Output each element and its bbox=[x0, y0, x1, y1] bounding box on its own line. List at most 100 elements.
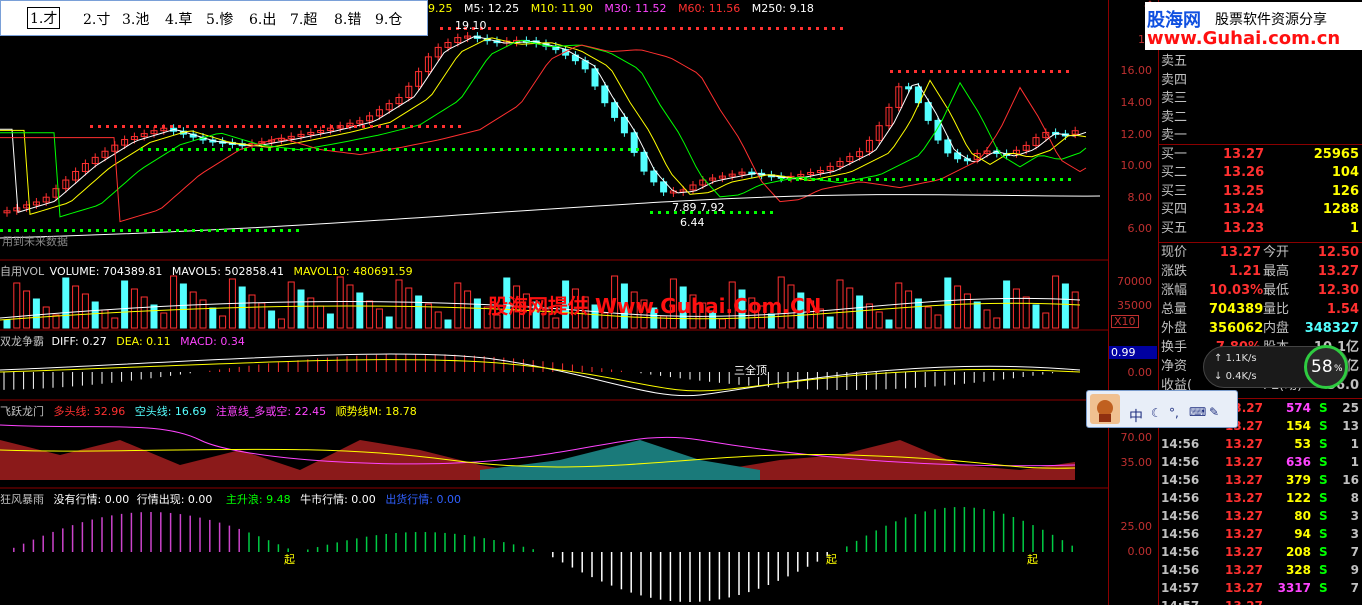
ime-settings-icon[interactable]: ✎ bbox=[1209, 405, 1219, 419]
support-dots bbox=[762, 211, 765, 214]
support-dots bbox=[988, 178, 991, 181]
resistance-dots bbox=[792, 27, 795, 30]
quick-item-4[interactable]: 4.草 bbox=[165, 9, 192, 29]
tick-row[interactable]: 14:56 13.27 379 S 16 bbox=[1159, 471, 1362, 489]
support-dots bbox=[596, 148, 599, 151]
watermark-text: 股海网提供 Www.Guhai.Com.CN bbox=[488, 294, 822, 318]
quick-item-9[interactable]: 9.仓 bbox=[375, 9, 402, 29]
macd-header: 双龙争霸 DIFF: 0.27 DEA: 0.11 MACD: 0.34 bbox=[0, 333, 245, 349]
volume-bar bbox=[424, 303, 432, 329]
resistance-dots bbox=[194, 125, 197, 128]
volume-bar bbox=[1003, 280, 1011, 329]
quote-value-2: 12.30 bbox=[1317, 283, 1359, 298]
support-dots bbox=[604, 148, 607, 151]
tick-row[interactable]: 14:56 13.27 208 S 7 bbox=[1159, 543, 1362, 561]
tick-volume: 379 bbox=[1285, 473, 1311, 487]
support-dots bbox=[164, 148, 167, 151]
support-dots bbox=[224, 229, 227, 232]
tick-time: 14:56 bbox=[1161, 437, 1200, 451]
tick-volume: 122 bbox=[1285, 491, 1311, 505]
net-speed-widget[interactable]: ↑ 1.1K/s ↓ 0.4K/s 58 % bbox=[1203, 345, 1349, 389]
support-dots bbox=[176, 229, 179, 232]
tick-count: 3 bbox=[1350, 527, 1359, 541]
support-dots bbox=[404, 148, 407, 151]
volume-bar bbox=[160, 312, 168, 329]
quick-item-3[interactable]: 3.池 bbox=[122, 9, 149, 29]
support-dots bbox=[650, 211, 653, 214]
resistance-dots bbox=[458, 125, 461, 128]
volume-bar bbox=[464, 290, 472, 329]
quick-item-1[interactable]: 1.才 bbox=[27, 7, 61, 29]
ma-legend-m10: M10: 11.90 bbox=[530, 2, 593, 15]
resistance-dots bbox=[450, 125, 453, 128]
tick-row[interactable]: 14:57 13.27 bbox=[1159, 597, 1362, 605]
tick-row[interactable]: 14:56 13.27 636 S 1 bbox=[1159, 453, 1362, 471]
support-dots bbox=[56, 229, 59, 232]
support-dots bbox=[1060, 178, 1063, 181]
support-dots bbox=[264, 229, 267, 232]
order-book-row: 卖二 bbox=[1159, 108, 1362, 128]
volume-bar bbox=[944, 277, 952, 329]
resistance-dots bbox=[1034, 70, 1037, 73]
tick-direction: S bbox=[1319, 473, 1328, 487]
ime-keyboard-icon[interactable]: ⌨ bbox=[1189, 405, 1206, 419]
storm-header: 狂风暴雨 没有行情: 0.00 行情出现: 0.00 主升浪: 9.48 牛市行… bbox=[0, 491, 461, 507]
tick-row[interactable]: 14:56 13.27 328 S 9 bbox=[1159, 561, 1362, 579]
resistance-dots bbox=[784, 27, 787, 30]
ob-price: 13.27 bbox=[1223, 146, 1265, 162]
tick-volume: 53 bbox=[1294, 437, 1311, 451]
tick-row[interactable]: 14:56 13.27 94 S 3 bbox=[1159, 525, 1362, 543]
resistance-dots bbox=[138, 125, 141, 128]
mavol10-value: MAVOL10: 480691.59 bbox=[293, 265, 413, 278]
volume-bar bbox=[23, 290, 31, 329]
tick-row[interactable]: 14:57 13.27 3317 S 7 bbox=[1159, 579, 1362, 597]
ime-mode[interactable]: 中 bbox=[1129, 406, 1143, 426]
tick-direction: S bbox=[1319, 545, 1328, 559]
resistance-dots bbox=[776, 27, 779, 30]
quick-stock-list[interactable]: 1.才 2.寸 3.池 4.草 5.惨 6.出 7.超 8.错 9.仓 bbox=[0, 0, 428, 36]
resistance-dots bbox=[592, 27, 595, 30]
tick-volume: 328 bbox=[1285, 563, 1311, 577]
tick-row[interactable]: 14:56 13.27 122 S 8 bbox=[1159, 489, 1362, 507]
tick-price: 13.27 bbox=[1225, 545, 1263, 559]
quick-item-7[interactable]: 7.超 bbox=[290, 9, 317, 29]
tick-row[interactable]: 14:56 13.27 53 S 1 bbox=[1159, 435, 1362, 453]
resistance-dots bbox=[178, 125, 181, 128]
resistance-dots bbox=[800, 27, 803, 30]
ob-label: 卖一 bbox=[1161, 128, 1188, 143]
tick-direction: S bbox=[1319, 419, 1328, 433]
tick-price: 13.27 bbox=[1225, 563, 1263, 577]
ime-moon-icon[interactable]: ☾ bbox=[1151, 406, 1162, 420]
storm-marker-3: 起 bbox=[1027, 553, 1038, 566]
resistance-dots bbox=[970, 70, 973, 73]
quick-item-2[interactable]: 2.寸 bbox=[83, 9, 110, 29]
quick-item-5[interactable]: 5.惨 bbox=[206, 9, 233, 29]
support-dots bbox=[292, 148, 295, 151]
ime-punct-icon[interactable]: °, bbox=[1169, 406, 1179, 420]
resistance-dots bbox=[488, 27, 491, 30]
support-dots bbox=[332, 148, 335, 151]
resistance-dots bbox=[330, 125, 333, 128]
ime-avatar-icon[interactable] bbox=[1090, 394, 1120, 424]
logo-slogan: 股票软件资源分享 bbox=[1215, 12, 1327, 28]
tick-count: 8 bbox=[1350, 491, 1359, 505]
support-dots bbox=[948, 178, 951, 181]
support-dots bbox=[112, 229, 115, 232]
support-dots bbox=[48, 229, 51, 232]
quick-item-8[interactable]: 8.错 bbox=[334, 9, 361, 29]
volume-bar bbox=[1032, 304, 1040, 329]
price-ylabel-10: 10.00 bbox=[1120, 159, 1153, 172]
ime-toolbar[interactable]: 中 ☾ °, ⌨ ✎ bbox=[1086, 390, 1238, 428]
support-dots bbox=[148, 148, 151, 151]
order-book-row: 买四 13.24 1288 bbox=[1159, 200, 1362, 220]
chart-area[interactable]: 9.25 M5: 12.25 M10: 11.90 M30: 11.52 M60… bbox=[0, 0, 1108, 605]
tick-volume: 80 bbox=[1294, 509, 1311, 523]
support-dots bbox=[256, 229, 259, 232]
resistance-dots bbox=[442, 125, 445, 128]
ma-legend-0: 9.25 bbox=[428, 2, 453, 15]
tick-row[interactable]: 14:56 13.27 80 S 3 bbox=[1159, 507, 1362, 525]
quick-item-6[interactable]: 6.出 bbox=[249, 9, 276, 29]
resistance-dots bbox=[584, 27, 587, 30]
support-dots bbox=[892, 178, 895, 181]
tick-list[interactable]: 13.27 574 S 25 13.27 154 S 13 14:56 13.27 53 S 1 14:5… bbox=[1159, 398, 1362, 605]
